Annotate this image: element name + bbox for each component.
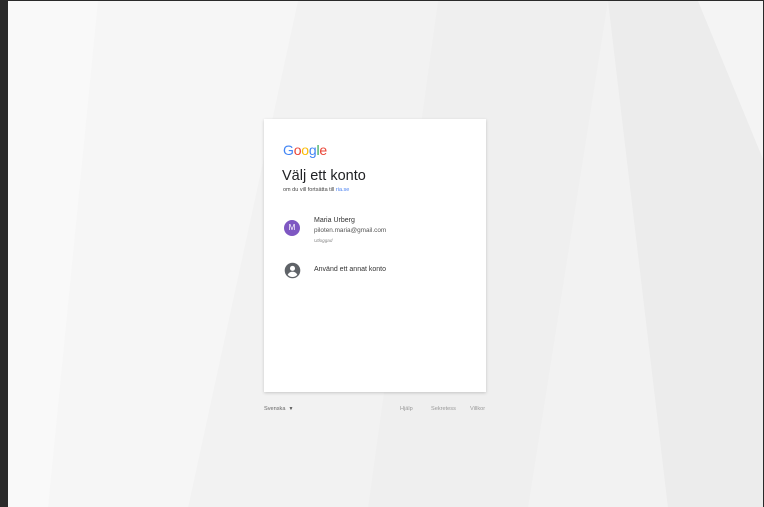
language-label: Svenska xyxy=(264,406,286,412)
terms-link[interactable]: Villkor xyxy=(470,406,485,412)
logo-letter: g xyxy=(308,142,317,158)
logo-letter: o xyxy=(301,142,309,158)
account-chooser-card: Google Välj ett konto om du vill fortsät… xyxy=(264,119,486,392)
account-circle-icon xyxy=(284,262,301,279)
use-another-account-button[interactable]: Använd ett annat konto xyxy=(283,261,473,281)
page-title: Välj ett konto xyxy=(282,168,366,184)
avatar: M xyxy=(284,220,300,236)
logo-letter: G xyxy=(283,142,294,158)
use-another-account-label: Använd ett annat konto xyxy=(314,266,386,273)
account-name: Maria Urberg xyxy=(314,217,355,224)
caret-down-icon: ▼ xyxy=(288,406,294,412)
help-link[interactable]: Hjälp xyxy=(400,406,413,412)
google-logo: Google xyxy=(283,143,327,157)
logo-letter: o xyxy=(293,142,302,158)
account-item-maria[interactable]: M Maria Urberg piloten.maria@gmail.com U… xyxy=(283,216,473,256)
privacy-link[interactable]: Sekretess xyxy=(431,406,456,412)
subtitle-text: om du vill fortsätta till xyxy=(283,187,335,193)
continue-to-link[interactable]: ria.se xyxy=(336,187,349,193)
language-selector[interactable]: Svenska ▼ xyxy=(264,406,293,412)
account-email: piloten.maria@gmail.com xyxy=(314,227,387,234)
subtitle: om du vill fortsätta till ria.se xyxy=(283,187,349,193)
account-status: Utloggad xyxy=(314,238,333,243)
browser-viewport: Google Välj ett konto om du vill fortsät… xyxy=(0,0,764,507)
logo-letter: e xyxy=(319,142,327,158)
